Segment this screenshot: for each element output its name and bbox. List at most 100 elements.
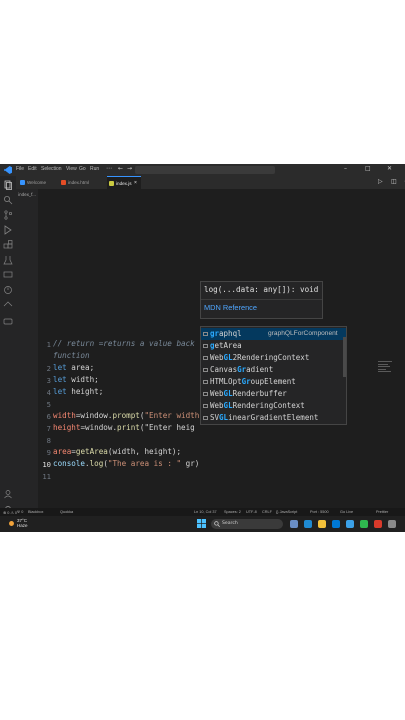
- suggestion-item[interactable]: WebGL2RenderingContext: [201, 352, 346, 364]
- mdn-reference-link[interactable]: MDN Reference: [204, 303, 257, 312]
- code-line[interactable]: width=window.prompt("Enter width");: [53, 411, 213, 420]
- vscode-logo-icon: [4, 166, 12, 174]
- maximize-icon[interactable]: □: [365, 165, 371, 172]
- search-icon[interactable]: [3, 195, 13, 205]
- line-number: 7: [46, 424, 51, 433]
- code-line[interactable]: height=window.print("Enter heig: [53, 423, 195, 432]
- folder-label[interactable]: index_f...: [18, 192, 36, 197]
- line-number: 1: [46, 340, 51, 349]
- title-bar: File Edit Selection View Go Run ⋯ ← → – …: [0, 164, 405, 176]
- chrome-icon[interactable]: [360, 520, 368, 528]
- js-file-icon: [109, 181, 114, 186]
- symbol-icon: [203, 332, 208, 336]
- forward-icon[interactable]: →: [127, 165, 132, 172]
- go-live-status[interactable]: Go Live: [340, 510, 353, 514]
- eol-status[interactable]: CRLF: [262, 510, 272, 514]
- suggestion-item[interactable]: HTMLOptGroupElement: [201, 376, 346, 388]
- suggestion-label: graphql: [210, 329, 242, 338]
- suggestion-scrollbar[interactable]: [343, 337, 346, 377]
- symbol-icon: [203, 416, 208, 420]
- edge-icon[interactable]: [304, 520, 312, 528]
- indent-status[interactable]: Spaces: 2: [224, 510, 241, 514]
- suggestion-label: WebGLRenderbuffer: [210, 389, 287, 398]
- menu-edit[interactable]: Edit: [28, 166, 37, 172]
- back-icon[interactable]: ←: [118, 165, 123, 172]
- weather-widget[interactable]: 37°C Haze: [17, 518, 28, 528]
- symbol-icon: [203, 404, 208, 408]
- minimap[interactable]: [378, 361, 398, 381]
- app-icon[interactable]: [374, 520, 382, 528]
- menu-view[interactable]: View: [66, 166, 77, 172]
- suggestion-label: HTMLOptGroupElement: [210, 377, 296, 386]
- suggestion-item[interactable]: graphql graphQLForComponent: [201, 328, 346, 340]
- code-line[interactable]: let height;: [53, 387, 103, 396]
- split-editor-icon[interactable]: ◫: [391, 178, 397, 185]
- cursor-position-status[interactable]: Ln 10, Col 37: [194, 510, 217, 514]
- code-line[interactable]: console.log("The area is : " gr): [53, 459, 199, 468]
- port-status[interactable]: Port : 5500: [310, 510, 329, 514]
- command-center[interactable]: [135, 166, 275, 174]
- explorer-icon[interactable]: [3, 180, 13, 190]
- line-number: 6: [46, 412, 51, 421]
- close-icon[interactable]: ✕: [387, 165, 392, 172]
- live-share-icon[interactable]: [3, 300, 13, 310]
- testing-icon[interactable]: [3, 255, 13, 265]
- task-view-icon[interactable]: [290, 520, 298, 528]
- line-number: 2: [46, 364, 51, 373]
- menu-go[interactable]: Go: [79, 166, 86, 172]
- vscode-file-icon: [20, 180, 25, 185]
- suggestion-item[interactable]: CanvasGradient: [201, 364, 346, 376]
- ports-status[interactable]: Ψ 0: [17, 510, 23, 514]
- encoding-status[interactable]: UTF-8: [246, 510, 257, 514]
- menu-selection[interactable]: Selection: [41, 166, 62, 172]
- activity-bar: [0, 176, 16, 520]
- symbol-icon: [203, 344, 208, 348]
- code-line[interactable]: function: [53, 351, 90, 360]
- status-bar: ⊗ 0 ⚠ 0 Ψ 0 Blackbox Quokka Ln 10, Col 3…: [0, 508, 405, 516]
- suggestion-item[interactable]: WebGLRenderingContext: [201, 400, 346, 412]
- timeline-icon[interactable]: [3, 285, 13, 295]
- file-explorer-icon[interactable]: [318, 520, 326, 528]
- minimize-icon[interactable]: –: [344, 165, 347, 172]
- taskbar-search[interactable]: Search: [211, 519, 283, 529]
- source-control-icon[interactable]: [3, 210, 13, 220]
- suggestion-item[interactable]: getArea: [201, 340, 346, 352]
- suggestion-label: getArea: [210, 341, 242, 350]
- run-file-icon[interactable]: ▷: [378, 178, 383, 185]
- symbol-icon: [203, 380, 208, 384]
- chat-icon[interactable]: [3, 317, 13, 327]
- windows-start-icon[interactable]: [197, 519, 206, 528]
- code-line[interactable]: let area;: [53, 363, 94, 372]
- suggestion-label: SVGLinearGradientElement: [210, 413, 319, 422]
- suggestion-item[interactable]: SVGLinearGradientElement: [201, 412, 346, 424]
- symbol-icon: [203, 392, 208, 396]
- windows-taskbar: 37°C Haze Search: [0, 516, 405, 532]
- line-number: 4: [46, 388, 51, 397]
- run-debug-icon[interactable]: [3, 225, 13, 235]
- suggestion-item[interactable]: WebGLRenderbuffer: [201, 388, 346, 400]
- symbol-icon: [203, 368, 208, 372]
- quokka-status[interactable]: Quokka: [60, 510, 73, 514]
- prettier-status[interactable]: Prettier: [376, 510, 388, 514]
- tab-index-js[interactable]: index.js ×: [107, 176, 141, 189]
- suggestion-detail: graphQLForComponent: [268, 330, 338, 337]
- accounts-icon[interactable]: [3, 489, 13, 499]
- code-line[interactable]: area=getArea(width, height);: [53, 447, 181, 456]
- menu-file[interactable]: File: [16, 166, 24, 172]
- symbol-icon: [203, 356, 208, 360]
- system-tray-icon[interactable]: [388, 520, 396, 528]
- store-icon[interactable]: [346, 520, 354, 528]
- language-status[interactable]: {} JavaScript: [276, 510, 297, 514]
- vscode-taskbar-icon[interactable]: [332, 520, 340, 528]
- remote-icon[interactable]: [3, 270, 13, 280]
- problems-status[interactable]: ⊗ 0 ⚠ 0: [3, 510, 17, 515]
- menu-run[interactable]: Run: [90, 166, 99, 172]
- html-file-icon: [61, 180, 66, 185]
- line-number: 5: [46, 400, 51, 409]
- code-line[interactable]: let width;: [53, 375, 99, 384]
- extensions-icon[interactable]: [3, 240, 13, 250]
- suggestion-label: CanvasGradient: [210, 365, 274, 374]
- blackbox-status[interactable]: Blackbox: [28, 510, 43, 514]
- weather-sun-icon: [9, 521, 14, 526]
- more-icon[interactable]: ⋯: [106, 165, 112, 172]
